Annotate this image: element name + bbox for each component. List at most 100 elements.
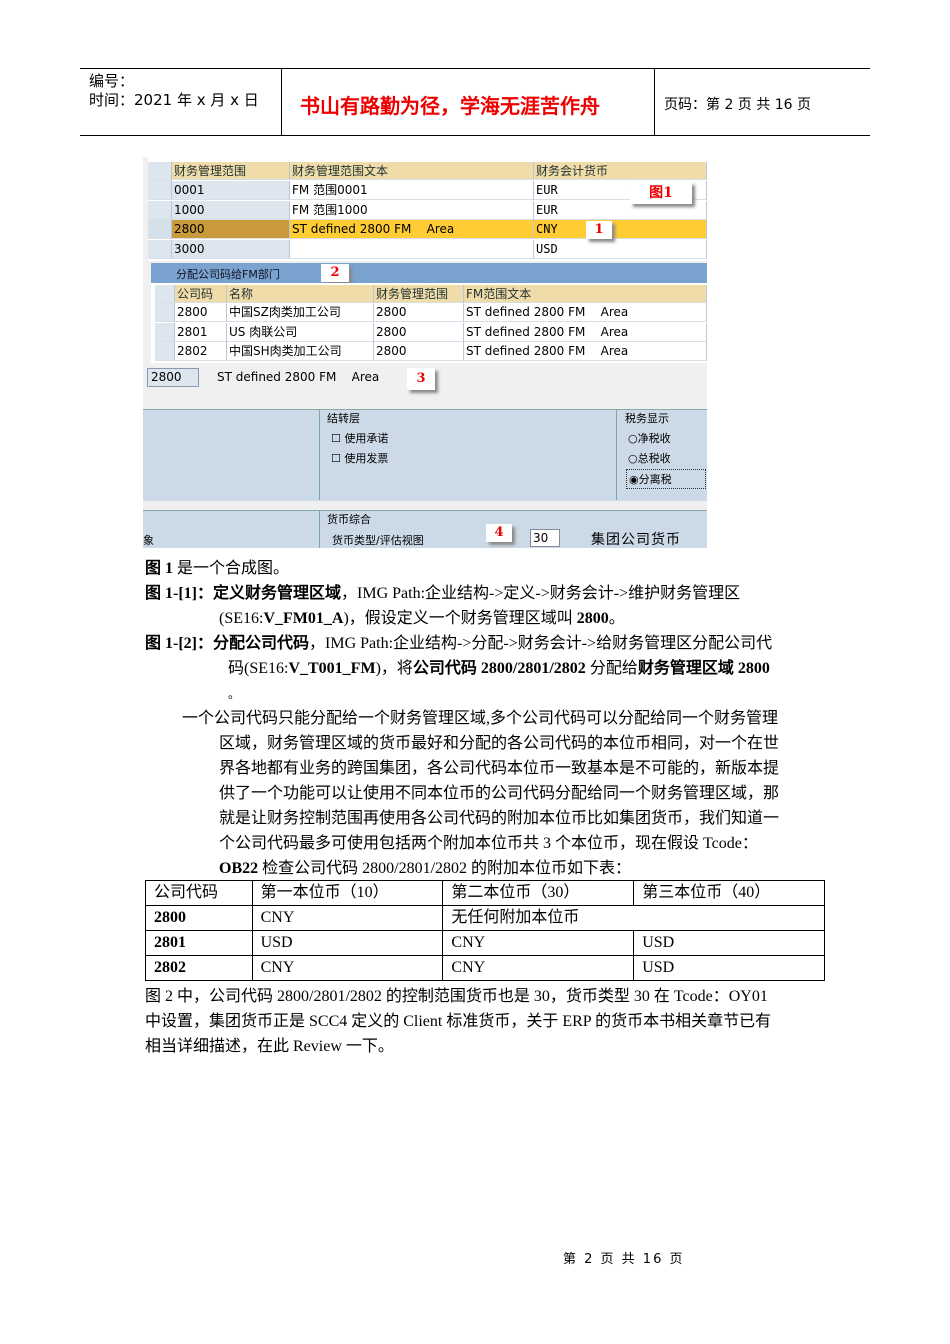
header-bottom-rule	[80, 135, 870, 136]
column-header: 财务管理范围	[374, 285, 464, 303]
use-commitment-checkbox[interactable]: ☐ 使用承诺	[331, 430, 388, 446]
paragraph-line: 供了一个功能可以让使用不同本位币的公司代码分配给同一个财务管理区域，那	[219, 785, 780, 802]
text: 码(SE16:	[228, 660, 289, 677]
table-cell[interactable]: ST defined 2800 FM Area	[464, 342, 707, 361]
currency-type-label: 货币类型/评估视图	[332, 534, 424, 547]
row-selector[interactable]	[155, 303, 175, 322]
text: )，将	[375, 660, 413, 677]
callout-1: 1	[586, 221, 612, 239]
doc-date: 时间：2021 年 x 月 x 日	[89, 91, 259, 109]
table-cell[interactable]: 2801	[175, 322, 227, 342]
fm-area-text[interactable]: FM 范围0001	[290, 181, 534, 200]
callout-3: 3	[407, 368, 435, 390]
paragraph: 图 1 是一个合成图。	[145, 556, 289, 581]
header-top-rule	[80, 68, 870, 69]
text: (SE16:	[219, 610, 264, 627]
row-selector[interactable]	[148, 220, 172, 239]
column-header: FM范围文本	[464, 285, 707, 303]
text: V_FM01_A	[263, 610, 344, 627]
paragraph: OB22 检查公司代码 2800/2801/2802 的附加本位币如下表：	[219, 856, 631, 881]
text: 是一个合成图。	[173, 560, 290, 577]
paragraph: 图 1-[1]：定义财务管理区域，IMG Path:企业结构->定义->财务会计…	[145, 581, 740, 606]
fm-area-code[interactable]: 1000	[172, 200, 290, 220]
truncated-label: 象	[143, 534, 154, 547]
fm-area-code[interactable]: 0001	[172, 181, 290, 200]
paragraph-line: 中设置，集团货币正是 SCC4 定义的 Client 标准货币，关于 ERP 的…	[145, 1013, 772, 1030]
company-code: 2802	[145, 955, 253, 981]
tcode: OB22	[219, 860, 259, 877]
fm-currency[interactable]: USD	[534, 239, 707, 259]
text: 。	[608, 610, 625, 627]
row-selector[interactable]	[148, 239, 172, 259]
cell: 无任何附加本位币	[442, 905, 825, 931]
separate-tax-radio[interactable]: ◉分离税	[626, 469, 706, 489]
callout-2: 2	[321, 264, 349, 282]
paragraph-line: 一个公司代码只能分配给一个财务管理区域,多个公司代码可以分配给同一个财务管理	[182, 710, 779, 727]
table-cell[interactable]: 2800	[374, 342, 464, 361]
paragraph-line: 相当详细描述，在此 Review 一下。	[145, 1038, 394, 1055]
table-row: 2801 USD CNY USD	[145, 930, 825, 956]
radio-label: 总税收	[637, 452, 671, 465]
header-divider	[281, 68, 282, 136]
row-selector[interactable]	[155, 322, 175, 342]
fm-area-code[interactable]: 2800	[172, 220, 290, 239]
text: )，假设定义一个财务管理区域叫	[343, 610, 577, 627]
table-cell[interactable]: 2800	[374, 303, 464, 322]
table-cell[interactable]: 中国SZ肉类加工公司	[227, 303, 374, 322]
header-divider	[654, 68, 655, 136]
paragraph-line: 区域，财务管理区域的货币最好和分配的各公司代码的本位币相同，对一个在世	[219, 735, 780, 752]
table-cell[interactable]: 2802	[175, 342, 227, 361]
page-footer: 第 2 页 共 16 页	[563, 1252, 685, 1267]
text: ，IMG Path:企业结构->定义->财务会计->维护财务管理区	[341, 585, 741, 602]
cell: CNY	[251, 955, 444, 981]
text: 财务管理区域 2800	[637, 660, 770, 677]
table-cell[interactable]: ST defined 2800 FM Area	[464, 303, 707, 322]
checkbox-label: 使用承诺	[344, 432, 389, 445]
paragraph-line: 就是让财务控制范围再使用各公司代码的附加本位币比如集团货币，我们知道一	[219, 810, 780, 827]
row-selector[interactable]	[155, 342, 175, 361]
fm-area-text[interactable]	[290, 239, 534, 259]
cell: CNY	[251, 905, 444, 931]
column-header: 第三本位币（40）	[633, 880, 825, 906]
company-code: 2800	[145, 905, 253, 931]
table-row: 2800 CNY 无任何附加本位币	[145, 905, 825, 931]
text: 定义财务管理区域	[213, 585, 342, 602]
gross-tax-radio[interactable]: ○总税收	[628, 450, 671, 466]
paragraph-line: 个公司代码最多可使用包括两个附加本位币共 3 个本位币，现在假设 Tcode：	[219, 835, 758, 852]
column-header: 第二本位币（30）	[442, 880, 635, 906]
table-header-row: 公司代码 第一本位币（10） 第二本位币（30） 第三本位币（40）	[145, 880, 825, 906]
table-row: 2802 CNY CNY USD	[145, 955, 825, 981]
table-cell[interactable]: 2800	[374, 322, 464, 342]
fm-currency[interactable]: CNY	[534, 220, 707, 239]
paragraph: 码(SE16:V_T001_FM)，将公司代码 2800/2801/2802 分…	[228, 656, 770, 681]
figure-ref: 图 1-[2]：	[145, 635, 213, 652]
text: 。	[228, 687, 241, 701]
table-cell[interactable]: ST defined 2800 FM Area	[464, 322, 707, 342]
column-header: 财务管理范围文本	[290, 162, 534, 180]
cell: USD	[633, 930, 825, 956]
cell: USD	[251, 930, 444, 956]
fm-area-code[interactable]: 3000	[172, 239, 290, 259]
use-invoice-checkbox[interactable]: ☐ 使用发票	[331, 450, 388, 466]
table-cell[interactable]: 2800	[175, 303, 227, 322]
callout-4: 4	[486, 524, 512, 542]
currency-type-field[interactable]: 30	[530, 529, 560, 547]
text: V_T001_FM	[288, 660, 376, 677]
net-tax-radio[interactable]: ○净税收	[628, 430, 671, 446]
row-selector[interactable]	[148, 200, 172, 220]
sap-composite-screenshot: 财务管理范围 财务管理范围文本 财务会计货币 0001 FM 范围0001 EUR 1…	[143, 157, 707, 548]
fm-area-text[interactable]: ST defined 2800 FM Area	[290, 220, 534, 239]
checkbox-label: 使用发票	[344, 452, 389, 465]
fm-area-field[interactable]: 2800	[147, 368, 199, 387]
paragraph-line: 图 2 中，公司代码 2800/2801/2802 的控制范围货币也是 30，货…	[145, 988, 768, 1005]
row-selector[interactable]	[148, 181, 172, 200]
text: 分配公司代码	[213, 635, 310, 652]
doc-number-label: 编号：	[89, 72, 135, 90]
table-cell[interactable]: US 肉联公司	[227, 322, 374, 342]
currency-table: 公司代码 第一本位币（10） 第二本位币（30） 第三本位币（40） 2800 …	[145, 880, 825, 981]
section-title: 分配公司码给FM部门	[176, 268, 280, 281]
fm-area-text[interactable]: FM 范围1000	[290, 200, 534, 220]
table-cell[interactable]: 中国SH肉类加工公司	[227, 342, 374, 361]
column-header: 名称	[227, 285, 374, 303]
paragraph-line: 界各地都有业务的跨国集团，各公司代码本位币一致基本是不可能的，新版本提	[219, 760, 780, 777]
